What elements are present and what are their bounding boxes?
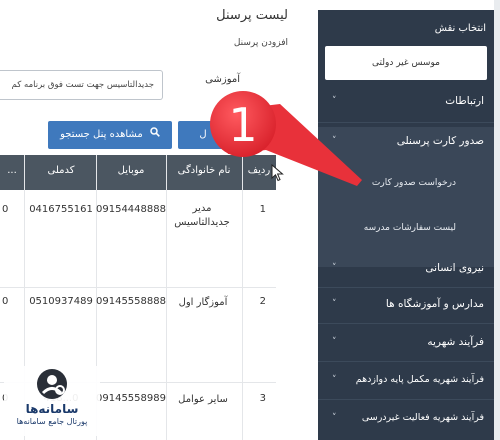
table-header: ردیف نام خانوادگی موبایل کدملی ... <box>0 155 276 190</box>
page-title: لیست پرسنل <box>216 8 288 23</box>
row-mobile: 09154448888 <box>96 204 166 215</box>
sidebar-subitem-card-request[interactable]: درخواست صدور کارت <box>372 178 456 188</box>
window-edge <box>494 0 500 440</box>
sidebar-item-tuition-extracurricular[interactable]: فرآیند شهریه فعالیت غیردرسی ˅ <box>318 399 494 437</box>
row-extra: 0 <box>2 204 9 215</box>
chevron-down-icon: ˅ <box>332 375 337 385</box>
sidebar: انتخاب نقش موسس غیر دولتی ارتباطات ˅ صدو… <box>318 10 494 440</box>
sidebar-item-label: فرآیند شهریه فعالیت غیردرسی <box>361 412 484 423</box>
row-national-id: 0510937489 <box>29 296 93 307</box>
cursor-icon <box>271 163 285 186</box>
row-mobile: 09145558989 <box>96 393 166 404</box>
school-select[interactable]: جدیدالتاسیس جهت تست فوق برنامه کم <box>0 70 163 100</box>
column-header-national-id[interactable]: کدملی <box>26 155 96 190</box>
row-national-id: 0416755161 <box>29 204 93 215</box>
row-role: مدیر جدیدالتاسیس <box>174 203 230 228</box>
sidebar-item-communications[interactable]: ارتباطات ˅ <box>318 82 494 120</box>
row-index: 3 <box>259 393 266 404</box>
table-row[interactable]: 1 مدیر جدیدالتاسیس 09154448888 041675516… <box>0 190 276 288</box>
chevron-down-icon: ˅ <box>332 263 337 273</box>
watermark-logo <box>37 369 67 399</box>
column-header-lastname[interactable]: نام خانوادگی <box>168 155 240 190</box>
chevron-down-icon: ˅ <box>332 96 337 106</box>
screenshot-stage: لیست پرسنل افزودن پرسنل آموزشی جدیدالتاس… <box>0 0 500 440</box>
sidebar-item-label: فرآیند شهریه مکمل پایه دوازدهم <box>355 374 484 385</box>
sidebar-item-personnel-card[interactable]: صدور کارت پرسنلی ˅ <box>318 122 494 160</box>
row-role: آموزگار اول <box>178 297 228 308</box>
show-search-panel-button[interactable]: مشاهده پنل جستجو <box>48 121 172 149</box>
sidebar-top-gap <box>318 0 494 10</box>
role-select[interactable]: موسس غیر دولتی <box>325 46 487 80</box>
sidebar-item-label: صدور کارت پرسنلی <box>396 135 484 147</box>
row-extra: 0 <box>2 296 9 307</box>
sidebar-item-schools[interactable]: مدارس و آموزشگاه ها ˅ <box>318 285 494 323</box>
secondary-action-button[interactable]: ل <box>178 121 228 149</box>
watermark-brand: سامانه‌ها <box>25 402 79 416</box>
chevron-down-icon: ˅ <box>332 136 337 146</box>
chevron-down-icon: ˅ <box>332 337 337 347</box>
sidebar-item-label: نیروی انسانی <box>425 262 484 274</box>
watermark-tagline: پورتال جامع سامانه‌ها <box>16 417 88 426</box>
role-select-heading: انتخاب نقش <box>434 23 486 34</box>
sidebar-item-human-resources[interactable]: نیروی انسانی ˅ <box>318 249 494 287</box>
sidebar-item-tuition-grade12[interactable]: فرآیند شهریه مکمل پایه دوازدهم ˅ <box>318 361 494 399</box>
row-role: سایر عوامل <box>178 394 228 405</box>
chevron-down-icon: ˅ <box>332 413 337 423</box>
sidebar-subitem-school-orders[interactable]: لیست سفارشات مدرسه <box>364 223 456 233</box>
sidebar-item-label: مدارس و آموزشگاه ها <box>385 298 484 310</box>
add-personnel-link[interactable]: افزودن پرسنل <box>234 38 288 48</box>
sidebar-item-label: فرآیند شهریه <box>427 336 484 348</box>
school-type-label: آموزشی <box>205 74 240 85</box>
row-index: 1 <box>259 204 266 215</box>
column-header-extra[interactable]: ... <box>0 155 24 190</box>
sidebar-item-label: ارتباطات <box>445 95 484 107</box>
sidebar-item-tuition[interactable]: فرآیند شهریه ˅ <box>318 323 494 361</box>
row-mobile: 09145558888 <box>96 296 166 307</box>
show-search-panel-label: مشاهده پنل جستجو <box>60 129 143 140</box>
column-header-mobile[interactable]: موبایل <box>96 155 166 190</box>
search-icon <box>150 121 160 149</box>
row-index: 2 <box>259 296 266 307</box>
chevron-down-icon: ˅ <box>332 299 337 309</box>
site-watermark: سامانه‌ها پورتال جامع سامانه‌ها <box>4 366 100 436</box>
secondary-action-label: ل <box>199 129 207 140</box>
